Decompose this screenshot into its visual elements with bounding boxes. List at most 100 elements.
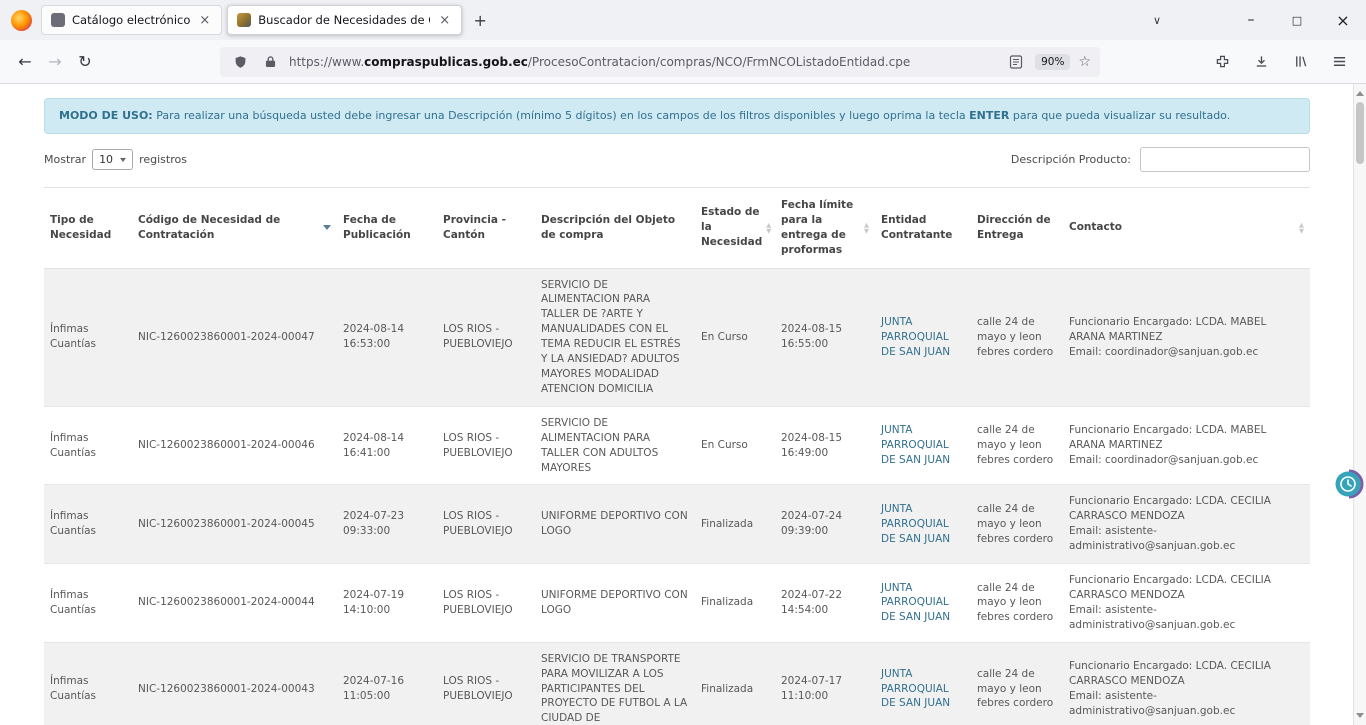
back-icon[interactable]: ← <box>10 47 40 77</box>
chevron-down-icon <box>120 158 126 165</box>
window-minimize-button[interactable]: – <box>1228 0 1274 40</box>
entidad-link[interactable]: JUNTA PARROQUIAL DE SAN JUAN <box>881 424 950 466</box>
cell-codigo: NIC-1260023860001-2024-00047 <box>132 268 337 406</box>
contacto-funcionario: Funcionario Encargado: LCDA. MABEL ARANA… <box>1069 423 1304 453</box>
menu-icon[interactable] <box>1328 51 1350 73</box>
show-entries-value: 10 <box>99 153 113 166</box>
descripcion-producto-input[interactable] <box>1140 147 1310 172</box>
table-row: Ínfimas Cuantías NIC-1260023860001-2024-… <box>44 564 1310 643</box>
window-close-button[interactable]: × <box>1320 0 1366 40</box>
show-entries-label-suffix: registros <box>139 153 187 166</box>
extensions-icon[interactable] <box>1211 51 1233 73</box>
cell-entidad: JUNTA PARROQUIAL DE SAN JUAN <box>875 564 971 643</box>
scrollbar-thumb[interactable] <box>1356 102 1364 164</box>
table-controls: Mostrar 10 registros Descripción Product… <box>44 147 1310 172</box>
new-tab-button[interactable]: + <box>467 7 493 33</box>
tab-buscador-necesidades[interactable]: Buscador de Necesidades de Co × <box>227 5 462 35</box>
entidad-link[interactable]: JUNTA PARROQUIAL DE SAN JUAN <box>881 316 950 358</box>
cell-entidad: JUNTA PARROQUIAL DE SAN JUAN <box>875 485 971 564</box>
table-row: Ínfimas Cuantías NIC-1260023860001-2024-… <box>44 485 1310 564</box>
tab-title: Catálogo electrónico <box>72 13 190 27</box>
banner-tail: para que pueda visualizar su resultado. <box>1009 109 1230 122</box>
col-header-fecha-publicacion[interactable]: Fecha de Publicación <box>337 187 437 268</box>
scrollbar-down-arrow-icon[interactable] <box>1354 709 1366 723</box>
col-header-contacto[interactable]: Contacto <box>1063 187 1310 268</box>
tab-close-icon[interactable]: × <box>197 14 212 27</box>
floating-clock-widget-button[interactable] <box>1333 468 1365 500</box>
product-filter: Descripción Producto: <box>1011 147 1310 172</box>
col-header-estado[interactable]: Estado de la Necesidad <box>695 187 775 268</box>
table-row: Ínfimas Cuantías NIC-1260023860001-2024-… <box>44 268 1310 406</box>
cell-fecha-limite: 2024-07-17 11:10:00 <box>775 642 875 725</box>
firefox-logo-icon <box>11 10 32 31</box>
browser-toolbar: ← → ↻ https://www.compraspublicas.gob.ec… <box>0 40 1366 84</box>
cell-entidad: JUNTA PARROQUIAL DE SAN JUAN <box>875 268 971 406</box>
cell-fecha-publicacion: 2024-07-19 14:10:00 <box>337 564 437 643</box>
cell-fecha-publicacion: 2024-07-23 09:33:00 <box>337 485 437 564</box>
address-bar[interactable]: https://www.compraspublicas.gob.ec/Proce… <box>220 47 1100 77</box>
downloads-icon[interactable] <box>1250 51 1272 73</box>
show-entries-select[interactable]: 10 <box>92 149 133 170</box>
page-scrollbar[interactable] <box>1353 84 1366 725</box>
cell-estado: En Curso <box>695 268 775 406</box>
banner-body: Para realizar una búsqueda usted debe in… <box>153 109 969 122</box>
cell-tipo-necesidad: Ínfimas Cuantías <box>44 642 132 725</box>
entidad-link[interactable]: JUNTA PARROQUIAL DE SAN JUAN <box>881 503 950 545</box>
col-header-label: Descripción del Objeto de compra <box>541 213 689 243</box>
col-header-label: Dirección de Entrega <box>977 213 1057 243</box>
sort-icon <box>864 222 869 234</box>
zoom-level-button[interactable]: 90% <box>1035 54 1070 70</box>
col-header-direccion[interactable]: Dirección de Entrega <box>971 187 1063 268</box>
forward-icon[interactable]: → <box>40 47 70 77</box>
contacto-email: Email: asistente-administrativo@sanjuan.… <box>1069 524 1304 554</box>
contacto-funcionario: Funcionario Encargado: LCDA. MABEL ARANA… <box>1069 315 1304 345</box>
library-icon[interactable] <box>1289 51 1311 73</box>
cell-contacto: Funcionario Encargado: LCDA. CECILIA CAR… <box>1063 564 1310 643</box>
lock-icon[interactable] <box>259 51 281 73</box>
cell-codigo: NIC-1260023860001-2024-00046 <box>132 406 337 485</box>
list-all-tabs-chevron-icon[interactable]: ∨ <box>1142 7 1172 33</box>
tracking-protection-shield-icon[interactable] <box>229 51 251 73</box>
col-header-tipo-necesidad[interactable]: Tipo de Necesidad <box>44 187 132 268</box>
entidad-link[interactable]: JUNTA PARROQUIAL DE SAN JUAN <box>881 582 950 624</box>
col-header-label: Fecha límite para la entrega de proforma… <box>781 198 860 258</box>
col-header-entidad[interactable]: Entidad Contratante <box>875 187 971 268</box>
usage-info-banner: MODO DE USO: Para realizar una búsqueda … <box>44 98 1310 134</box>
cell-estado: Finalizada <box>695 564 775 643</box>
col-header-provincia-canton[interactable]: Provincia - Cantón <box>437 187 535 268</box>
cell-tipo-necesidad: Ínfimas Cuantías <box>44 485 132 564</box>
col-header-codigo[interactable]: Código de Necesidad de Contratación <box>132 187 337 268</box>
tab-close-icon[interactable]: × <box>437 14 452 27</box>
clock-icon <box>1333 468 1365 500</box>
col-header-fecha-limite[interactable]: Fecha límite para la entrega de proforma… <box>775 187 875 268</box>
col-header-label: Fecha de Publicación <box>343 213 431 243</box>
cell-codigo: NIC-1260023860001-2024-00045 <box>132 485 337 564</box>
entidad-link[interactable]: JUNTA PARROQUIAL DE SAN JUAN <box>881 668 950 710</box>
cell-descripcion: SERVICIO DE ALIMENTACION PARA TALLER DE … <box>535 268 695 406</box>
sort-icon <box>766 222 771 234</box>
cell-fecha-publicacion: 2024-07-16 11:05:00 <box>337 642 437 725</box>
url-text[interactable]: https://www.compraspublicas.gob.ec/Proce… <box>289 55 997 69</box>
cell-contacto: Funcionario Encargado: LCDA. CECILIA CAR… <box>1063 485 1310 564</box>
contacto-funcionario: Funcionario Encargado: LCDA. CECILIA CAR… <box>1069 573 1304 603</box>
table-header-row: Tipo de Necesidad Código de Necesidad de… <box>44 187 1310 268</box>
reload-icon[interactable]: ↻ <box>70 47 100 77</box>
window-maximize-button[interactable]: □ <box>1274 0 1320 40</box>
browser-tab-bar: Catálogo electrónico × Buscador de Neces… <box>0 0 1366 40</box>
cell-estado: En Curso <box>695 406 775 485</box>
bookmark-star-icon[interactable]: ☆ <box>1078 54 1091 70</box>
scrollbar-up-arrow-icon[interactable] <box>1354 86 1366 100</box>
tab-catalogo-electronico[interactable]: Catálogo electrónico × <box>41 5 222 35</box>
cell-provincia-canton: LOS RIOS - PUEBLOVIEJO <box>437 564 535 643</box>
table-row: Ínfimas Cuantías NIC-1260023860001-2024-… <box>44 642 1310 725</box>
cell-tipo-necesidad: Ínfimas Cuantías <box>44 564 132 643</box>
page-content: MODO DE USO: Para realizar una búsqueda … <box>0 84 1366 725</box>
banner-enter-word: ENTER <box>969 109 1009 122</box>
cell-direccion: calle 24 de mayo y leon febres cordero <box>971 564 1063 643</box>
contacto-funcionario: Funcionario Encargado: LCDA. CECILIA CAR… <box>1069 494 1304 524</box>
descripcion-producto-label: Descripción Producto: <box>1011 153 1131 166</box>
cell-entidad: JUNTA PARROQUIAL DE SAN JUAN <box>875 642 971 725</box>
reader-mode-icon[interactable] <box>1005 51 1027 73</box>
cell-provincia-canton: LOS RIOS - PUEBLOVIEJO <box>437 485 535 564</box>
col-header-descripcion[interactable]: Descripción del Objeto de compra <box>535 187 695 268</box>
